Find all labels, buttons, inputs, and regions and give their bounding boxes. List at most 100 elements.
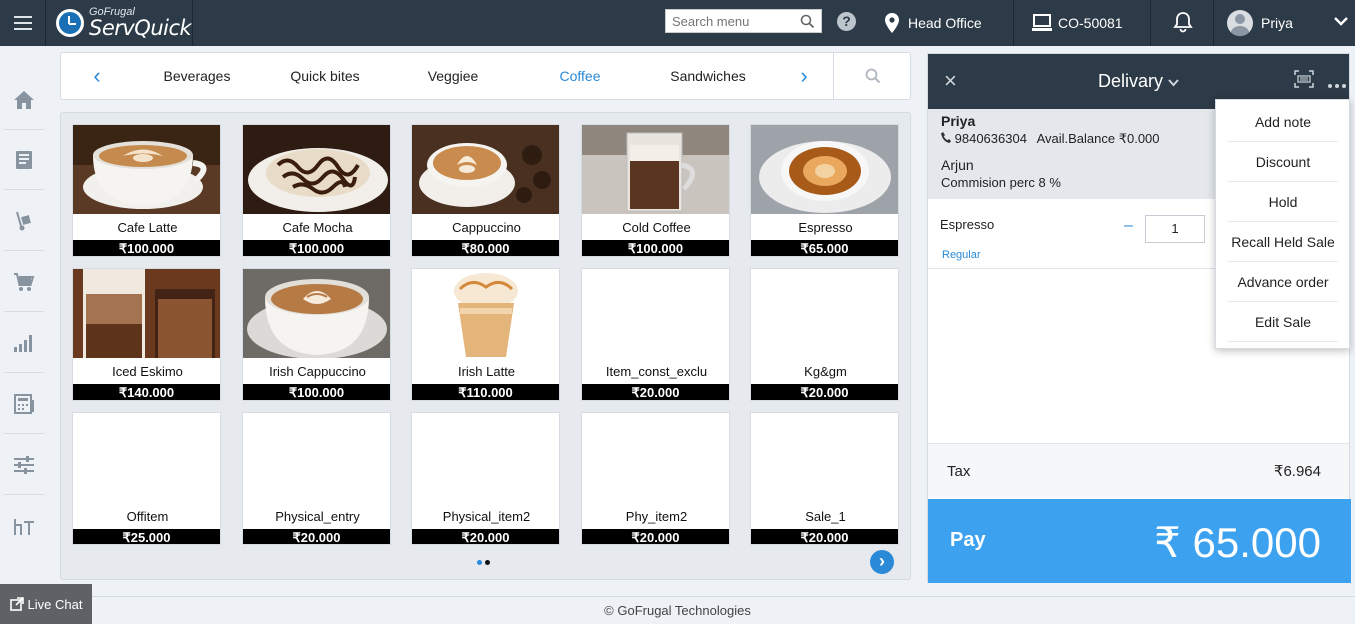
live-chat-label: Live Chat (27, 596, 83, 612)
item-name: Cappuccino (452, 220, 521, 235)
tax-value: ₹6.964 (1273, 463, 1321, 480)
sidebar-item-cart[interactable] (4, 252, 44, 312)
customer-contact: 9840636304 Avail.Balance ₹0.000 (941, 131, 1160, 147)
location-selector[interactable]: Head Office (885, 0, 982, 46)
barcode-scanner-icon[interactable] (1294, 70, 1314, 88)
item-price: ₹20.000 (751, 529, 898, 544)
user-menu[interactable]: Priya (1227, 0, 1293, 46)
irish-latte-image (412, 269, 559, 358)
item-tile-iced-eskimo[interactable]: Iced Eskimo ₹140.000 (72, 268, 221, 401)
qty-decrease-button[interactable]: – (1124, 217, 1133, 235)
item-tile-physical-entry[interactable]: Physical_entry ₹20.000 (242, 412, 391, 545)
item-price: ₹65.000 (751, 240, 898, 256)
espresso-image (751, 125, 898, 214)
menu-item-edit-sale[interactable]: Edit Sale (1228, 302, 1338, 342)
line-item-variant[interactable]: Regular (942, 249, 981, 261)
sidebar-item-settings[interactable] (4, 435, 44, 495)
item-tile-irish-cappuccino[interactable]: Irish Cappuccino ₹100.000 (242, 268, 391, 401)
footer: © GoFrugal Technologies (0, 596, 1355, 624)
page-indicator[interactable] (477, 560, 490, 565)
order-type-dropdown[interactable]: Delivary (1098, 71, 1179, 92)
tab-veggiee[interactable]: Veggiee (407, 53, 499, 99)
menu-item-recall-held-sale[interactable]: Recall Held Sale (1228, 222, 1338, 262)
item-name: Iced Eskimo (112, 364, 183, 379)
tab-quick-bites[interactable]: Quick bites (279, 53, 371, 99)
menu-item-add-note[interactable]: Add note (1228, 102, 1338, 142)
menu-item-hold[interactable]: Hold (1228, 182, 1338, 222)
cappuccino-image (412, 125, 559, 214)
tab-sandwiches[interactable]: Sandwiches (662, 53, 754, 99)
menu-item-advance-order[interactable]: Advance order (1228, 262, 1338, 302)
computer-icon (1032, 14, 1052, 31)
item-name: Cafe Latte (117, 220, 178, 235)
next-page-button[interactable]: › (870, 550, 894, 574)
item-tile-irish-latte[interactable]: Irish Latte ₹110.000 (411, 268, 560, 401)
search-icon (865, 68, 880, 84)
item-tile-cold-coffee[interactable]: Cold Coffee ₹100.000 (581, 124, 730, 257)
item-price: ₹100.000 (73, 240, 220, 256)
item-tile-physical-item2[interactable]: Physical_item2 ₹20.000 (411, 412, 560, 545)
logo-product: ServQuick (89, 16, 192, 40)
category-next-icon[interactable]: › (794, 65, 814, 89)
sidebar-item-delivery[interactable] (4, 191, 44, 251)
location-label: Head Office (908, 15, 982, 31)
tab-beverages[interactable]: Beverages (151, 53, 243, 99)
item-name: Offitem (126, 509, 169, 524)
pay-button[interactable]: Pay ₹ 65.000 (928, 499, 1351, 583)
item-price: ₹100.000 (243, 240, 390, 256)
sidebar-item-reports[interactable] (4, 313, 44, 373)
menu-item-discount[interactable]: Discount (1228, 142, 1338, 182)
item-tile-kg-gm[interactable]: Kg&gm ₹20.000 (750, 268, 899, 401)
help-icon[interactable]: ? (837, 12, 856, 31)
item-price: ₹20.000 (751, 384, 898, 400)
item-name: Sale_1 (805, 509, 846, 524)
cafe-mocha-image (243, 125, 390, 214)
item-tile-cafe-mocha[interactable]: Cafe Mocha ₹100.000 (242, 124, 391, 257)
left-sidebar (0, 46, 46, 596)
notification-bell-icon[interactable] (1172, 11, 1194, 33)
sidebar-item-billing[interactable] (4, 374, 44, 434)
category-prev-icon[interactable]: ‹ (87, 65, 107, 89)
item-name: Item_const_exclu (605, 364, 708, 379)
item-tile-cappuccino[interactable]: Cappuccino ₹80.000 (411, 124, 560, 257)
more-options-icon[interactable] (1328, 84, 1346, 88)
sidebar-item-catalog[interactable] (4, 130, 44, 190)
avatar (1227, 10, 1253, 36)
item-tile-phy-item2[interactable]: Phy_item2 ₹20.000 (581, 412, 730, 545)
item-name: Cold Coffee (622, 220, 691, 235)
category-search-button[interactable] (833, 53, 911, 99)
quantity-input[interactable]: 1 (1145, 215, 1205, 243)
top-bar: GoFrugal ServQuick ? Head Office CO-5008… (0, 0, 1355, 46)
location-pin-icon (885, 13, 899, 33)
terminal-label: CO-50081 (1058, 15, 1123, 31)
category-bar: ‹ Beverages Quick bites Veggiee Coffee S… (60, 52, 911, 100)
item-price: ₹20.000 (582, 384, 729, 400)
sidebar-item-home[interactable] (4, 70, 44, 130)
close-icon[interactable]: × (944, 68, 957, 94)
hamburger-menu-icon[interactable] (0, 0, 46, 46)
terminal-selector[interactable]: CO-50081 (1032, 0, 1123, 46)
item-tile-item-const-exclu[interactable]: Item_const_exclu ₹20.000 (581, 268, 730, 401)
sidebar-item-tables[interactable] (4, 496, 44, 556)
item-price: ₹100.000 (582, 240, 729, 256)
item-tile-sale-1[interactable]: Sale_1 ₹20.000 (750, 412, 899, 545)
search-icon[interactable] (800, 14, 815, 29)
pay-label: Pay (950, 529, 986, 551)
phone-icon (941, 132, 951, 143)
cold-coffee-image (582, 125, 729, 214)
item-price: ₹80.000 (412, 240, 559, 256)
search-menu-box[interactable] (665, 9, 822, 33)
item-tile-offitem[interactable]: Offitem ₹25.000 (72, 412, 221, 545)
calculator-icon (14, 393, 34, 414)
user-name: Priya (1261, 15, 1293, 31)
shopping-cart-icon (14, 272, 35, 291)
tab-coffee[interactable]: Coffee (534, 53, 626, 99)
search-menu-input[interactable] (666, 10, 796, 32)
item-tile-espresso[interactable]: Espresso ₹65.000 (750, 124, 899, 257)
chevron-down-icon[interactable] (1334, 17, 1348, 27)
tax-row: Tax ₹6.964 (928, 443, 1349, 498)
live-chat-button[interactable]: Live Chat (0, 584, 92, 624)
item-price: ₹20.000 (412, 529, 559, 544)
item-tile-cafe-latte[interactable]: Cafe Latte ₹100.000 (72, 124, 221, 257)
item-name: Kg&gm (804, 364, 847, 379)
